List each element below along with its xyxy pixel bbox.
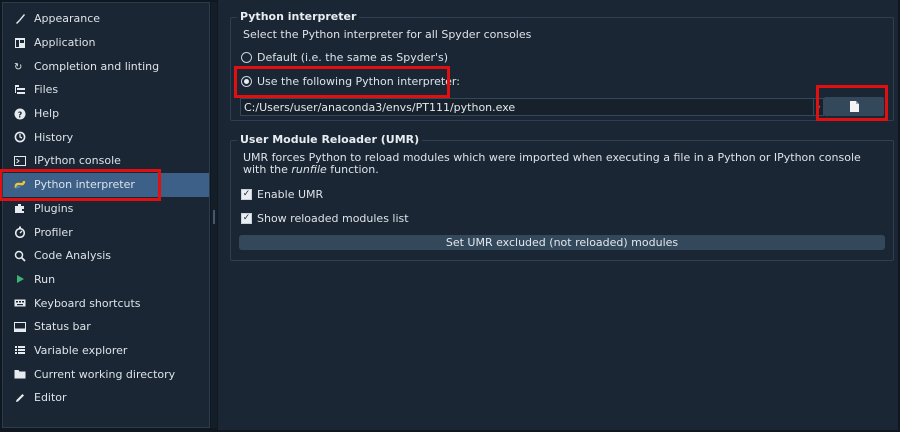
annotation-box-custom-option — [234, 66, 450, 98]
sidebar-item-label: Profiler — [34, 225, 73, 239]
sidebar-item-run[interactable]: Run — [3, 268, 209, 292]
sidebar-item-profiler[interactable]: Profiler — [3, 220, 209, 244]
sidebar-item-label: Editor — [34, 391, 67, 405]
umr-description-suffix: function. — [326, 163, 379, 176]
profiler-icon — [13, 225, 27, 239]
svg-text:↻: ↻ — [14, 62, 22, 72]
svg-text:?: ? — [18, 110, 23, 119]
sidebar-item-current-working-directory[interactable]: Current working directory — [3, 362, 209, 386]
interpreter-path-value: C:/Users/user/anaconda3/envs/PT111/pytho… — [244, 100, 516, 114]
umr-description: UMR forces Python to reload modules whic… — [243, 152, 883, 176]
sidebar-item-help[interactable]: ? Help — [3, 102, 209, 126]
sidebar-item-label: History — [34, 130, 74, 144]
sidebar-item-files[interactable]: Files — [3, 78, 209, 102]
annotation-box-browse-button — [816, 85, 888, 121]
group-title-python-interpreter: Python interpreter — [237, 10, 360, 23]
show-reloaded-checkbox[interactable]: ✓ — [241, 213, 252, 224]
sidebar-item-python-interpreter[interactable]: Python interpreter — [0, 168, 209, 201]
sidebar-item-label: Code Analysis — [34, 249, 111, 263]
interpreter-path-input[interactable]: C:/Users/user/anaconda3/envs/PT111/pytho… — [240, 98, 824, 116]
sidebar-item-label: Appearance — [34, 12, 101, 26]
sidebar-item-label: Status bar — [34, 320, 91, 334]
python-icon — [13, 178, 27, 192]
sidebar-list: Appearance Application ↻ Completion and lin… — [0, 3, 209, 410]
default-interpreter-label: Default (i.e. the same as Spyder's) — [257, 51, 449, 64]
settings-pane: Python interpreter Select the Python int… — [218, 0, 898, 430]
sidebar-item-variable-explorer[interactable]: Variable explorer — [3, 339, 209, 363]
show-reloaded-label: Show reloaded modules list — [257, 212, 409, 225]
umr-excluded-modules-button[interactable]: Set UMR excluded (not reloaded) modules — [239, 235, 885, 250]
editor-icon — [13, 391, 27, 405]
sidebar-item-keyboard-shortcuts[interactable]: Keyboard shortcuts — [3, 291, 209, 315]
keyboard-icon — [13, 296, 27, 310]
default-interpreter-radio[interactable] — [241, 52, 252, 63]
sidebar-item-label: Current working directory — [34, 367, 176, 381]
sidebar-item-appearance[interactable]: Appearance — [3, 7, 209, 31]
application-icon — [13, 36, 27, 50]
splitter-handle[interactable] — [211, 2, 217, 428]
umr-excluded-modules-label: Set UMR excluded (not reloaded) modules — [445, 236, 679, 249]
sidebar-item-completion-and-linting[interactable]: ↻ Completion and linting — [3, 54, 209, 78]
sidebar-item-label: Python interpreter — [34, 178, 135, 192]
preferences-sidebar: Appearance Application ↻ Completion and lin… — [0, 2, 210, 428]
sidebar-item-editor[interactable]: Editor — [3, 386, 209, 410]
sidebar-item-label: Run — [34, 272, 56, 286]
interpreter-description-row: Select the Python interpreter for all Sp… — [243, 28, 531, 41]
sidebar-item-plugins[interactable]: Plugins — [3, 197, 209, 221]
help-icon: ? — [13, 107, 27, 121]
sidebar-item-application[interactable]: Application — [3, 31, 209, 55]
sidebar-item-label: Variable explorer — [34, 343, 128, 357]
variable-explorer-icon — [13, 343, 27, 357]
completion-icon: ↻ — [13, 59, 27, 73]
status-bar-icon — [13, 320, 27, 334]
interpreter-description: Select the Python interpreter for all Sp… — [243, 28, 532, 41]
sidebar-item-status-bar[interactable]: Status bar — [3, 315, 209, 339]
sidebar-item-label: Application — [34, 36, 96, 50]
sidebar-item-code-analysis[interactable]: Code Analysis — [3, 244, 209, 268]
files-icon — [13, 83, 27, 97]
plugins-icon — [13, 201, 27, 215]
ipython-console-icon — [13, 154, 27, 168]
enable-umr-option[interactable]: ✓ Enable UMR — [241, 188, 323, 201]
default-interpreter-option[interactable]: Default (i.e. the same as Spyder's) — [241, 51, 448, 64]
enable-umr-label: Enable UMR — [257, 188, 324, 201]
enable-umr-checkbox[interactable]: ✓ — [241, 189, 252, 200]
umr-description-runfile: runfile — [291, 163, 327, 176]
sidebar-item-label: Files — [34, 83, 59, 97]
sidebar-item-label: IPython console — [34, 154, 121, 168]
sidebar-item-label: Help — [34, 107, 60, 121]
run-icon — [13, 272, 27, 286]
sidebar-item-label: Plugins — [34, 201, 74, 215]
code-analysis-icon — [13, 249, 27, 263]
sidebar-item-label: Completion and linting — [34, 59, 160, 73]
sidebar-item-label: Keyboard shortcuts — [34, 296, 141, 310]
show-reloaded-option[interactable]: ✓ Show reloaded modules list — [241, 212, 409, 225]
folder-icon — [13, 367, 27, 381]
paint-brush-icon — [13, 12, 27, 26]
history-icon — [13, 130, 27, 144]
sidebar-item-history[interactable]: History — [3, 125, 209, 149]
group-title-umr: User Module Reloader (UMR) — [237, 133, 423, 146]
